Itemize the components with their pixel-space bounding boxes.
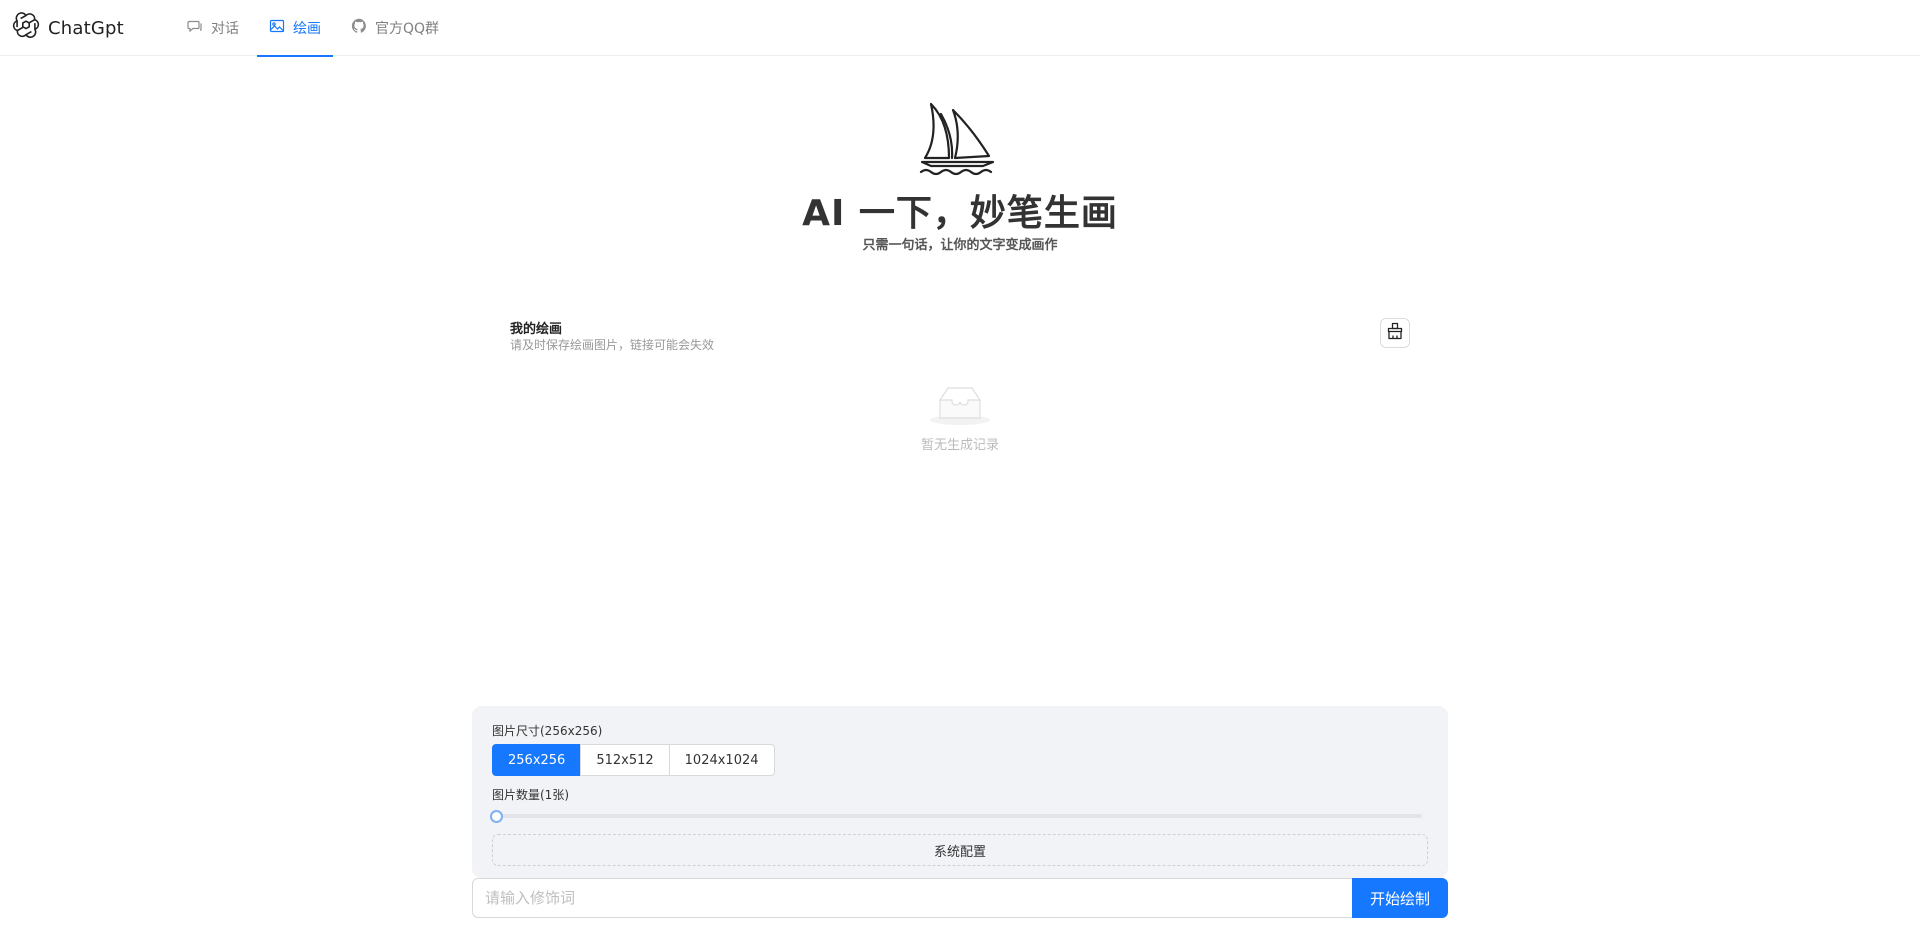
image-count-slider-track[interactable] [496, 814, 1422, 818]
size-option-1024[interactable]: 1024x1024 [668, 744, 775, 776]
start-drawing-button[interactable]: 开始绘制 [1352, 878, 1448, 918]
nav-tab-label: 官方QQ群 [375, 21, 440, 37]
sailboat-icon [919, 102, 1001, 176]
gallery-description: 请及时保存绘画图片，链接可能会失效 [510, 338, 715, 352]
openai-logo-icon [12, 12, 40, 44]
prompt-input[interactable] [472, 878, 1352, 918]
chat-bubble-icon [187, 18, 203, 38]
hero-title: AI 一下，妙笔生画 [802, 193, 1118, 234]
broom-icon [1386, 322, 1404, 344]
system-config-button[interactable]: 系统配置 [492, 834, 1428, 866]
nav-tab-label: 绘画 [293, 21, 321, 37]
image-count-label: 图片数量(1张) [492, 788, 569, 802]
nav-tab-chat[interactable]: 对话 [175, 0, 251, 56]
github-icon [351, 18, 367, 38]
image-size-selector: 256x256 512x512 1024x1024 [492, 744, 775, 776]
empty-state-text: 暂无生成记录 [920, 438, 999, 453]
hero-subtitle: 只需一句话，让你的文字变成画作 [862, 238, 1058, 253]
empty-box-icon [928, 380, 992, 426]
size-option-256[interactable]: 256x256 [492, 744, 582, 776]
size-option-512[interactable]: 512x512 [580, 744, 670, 776]
image-count-slider-handle[interactable] [490, 810, 503, 823]
clear-history-button[interactable] [1380, 318, 1410, 348]
top-header: ChatGpt 对话 绘画 官方QQ群 [0, 0, 1920, 57]
brand-name: ChatGpt [48, 17, 124, 39]
main-nav: 对话 绘画 官方QQ群 [175, 0, 457, 57]
brand[interactable]: ChatGpt [12, 12, 124, 44]
gallery-title: 我的绘画 [510, 322, 563, 337]
image-size-label: 图片尺寸(256x256) [492, 724, 603, 738]
nav-tab-drawing[interactable]: 绘画 [257, 0, 333, 57]
nav-tab-qq-group[interactable]: 官方QQ群 [339, 0, 451, 56]
settings-panel: 图片尺寸(256x256) 256x256 512x512 1024x1024 … [472, 706, 1448, 878]
image-icon [269, 18, 285, 38]
nav-tab-label: 对话 [211, 21, 239, 37]
